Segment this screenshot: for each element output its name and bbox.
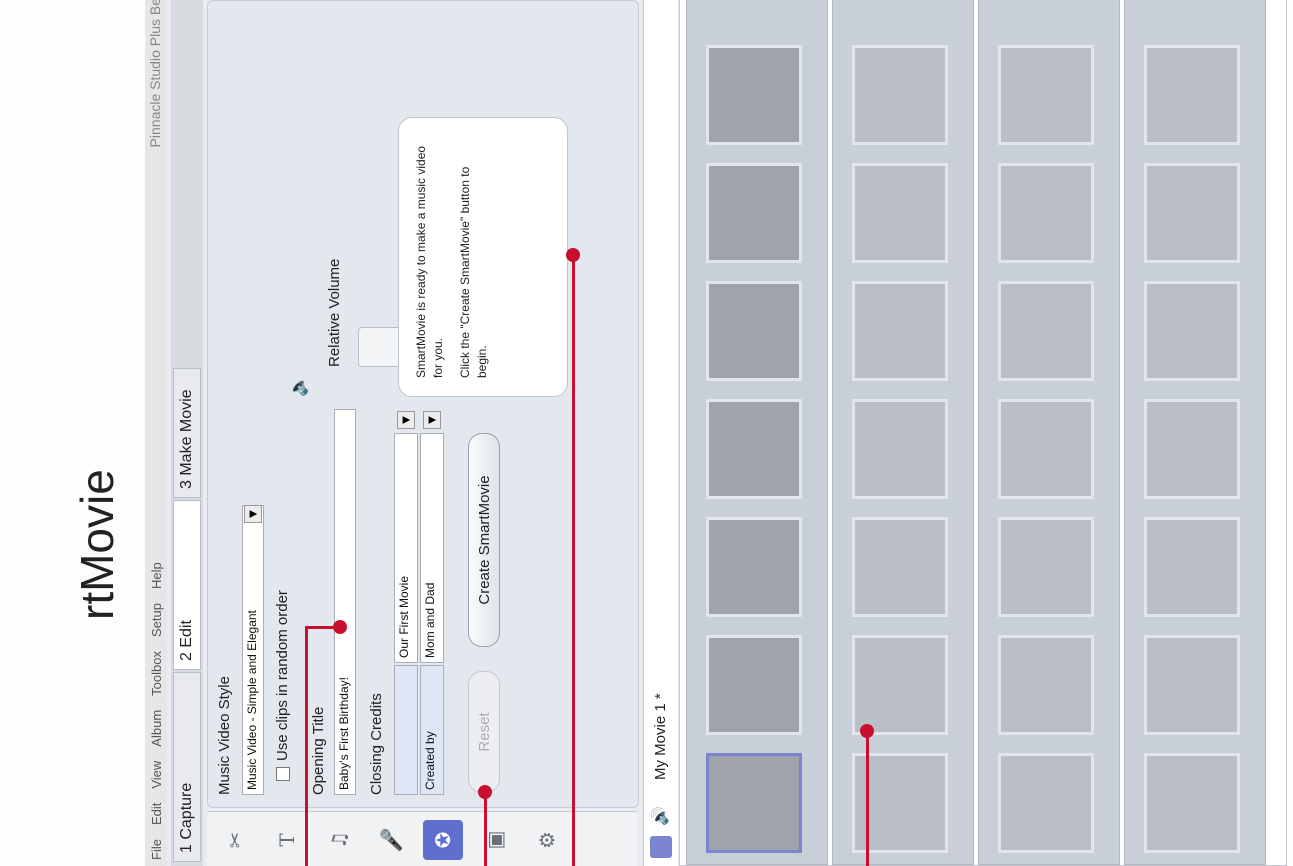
credits-left-field[interactable]: Created by: [420, 665, 444, 795]
music-style-label: Music Video Style: [216, 676, 233, 795]
create-smartmovie-button[interactable]: Create SmartMovie: [468, 433, 500, 647]
bubble-text-ready: SmartMovie is ready to make a music vide…: [414, 145, 445, 378]
credits-right-field[interactable]: Our First Movie: [394, 433, 418, 663]
random-order-checkbox[interactable]: [276, 767, 290, 781]
callout-line: [484, 795, 487, 866]
clip-thumbnail[interactable]: [706, 163, 802, 263]
clip-thumbnail[interactable]: [706, 753, 802, 853]
empty-clip-slot[interactable]: [1144, 399, 1240, 499]
app-title: Pinnacle Studio Plus Be: [147, 0, 163, 148]
callout-line: [572, 256, 575, 866]
tab-capture[interactable]: 1 Capture: [173, 672, 201, 862]
reset-button[interactable]: Reset: [468, 671, 500, 793]
clip-thumbnail[interactable]: [706, 517, 802, 617]
empty-clip-slot[interactable]: [852, 517, 948, 617]
menu-view[interactable]: View: [149, 761, 164, 789]
audio-tool-icon[interactable]: ♫: [319, 820, 359, 860]
speaker-icon: 🔈: [288, 374, 309, 397]
storyboard-view-icon[interactable]: [650, 836, 672, 858]
callout-dot: [333, 620, 347, 634]
empty-clip-slot[interactable]: [852, 399, 948, 499]
page-heading: rtMovie: [71, 469, 123, 620]
menu-edit[interactable]: Edit: [149, 803, 164, 825]
empty-clip-slot[interactable]: [998, 163, 1094, 263]
plugin-tool-icon[interactable]: ⚙: [527, 820, 567, 860]
callout-dot: [860, 724, 874, 738]
smartmovie-help-bubble: SmartMovie is ready to make a music vide…: [398, 117, 568, 397]
mode-tabs: 1 Capture 2 Edit 3 Make Movie: [171, 0, 203, 866]
empty-clip-slot[interactable]: [998, 517, 1094, 617]
empty-clip-slot[interactable]: [1144, 635, 1240, 735]
clip-thumbnail[interactable]: [706, 281, 802, 381]
music-style-select[interactable]: Music Video - Simple and Elegant: [242, 505, 264, 795]
tab-edit[interactable]: 2 Edit: [173, 500, 201, 670]
chevron-down-icon[interactable]: ▼: [397, 411, 415, 429]
menu-album[interactable]: Album: [149, 710, 164, 747]
empty-clip-slot[interactable]: [1144, 45, 1240, 145]
empty-clip-slot[interactable]: [998, 281, 1094, 381]
empty-clip-slot[interactable]: [1144, 163, 1240, 263]
bubble-text-instructions: Click the "Create SmartMovie" button to …: [458, 166, 489, 378]
speaker-icon[interactable]: 🔊: [650, 806, 669, 826]
title-tool-icon[interactable]: T: [267, 820, 307, 860]
empty-clip-slot[interactable]: [852, 45, 948, 145]
movie-title: My Movie 1 *: [652, 693, 669, 780]
opening-title-field[interactable]: Baby's First Birthday!: [334, 409, 356, 795]
empty-clip-slot[interactable]: [1144, 753, 1240, 853]
storyboard: [679, 0, 1287, 866]
clip-thumbnail[interactable]: [706, 399, 802, 499]
empty-clip-slot[interactable]: [998, 635, 1094, 735]
chevron-down-icon[interactable]: ▼: [423, 411, 441, 429]
closing-credits-label: Closing Credits: [368, 693, 385, 795]
random-order-label: Use clips in random order: [274, 590, 291, 761]
opening-title-label: Opening Title: [310, 706, 327, 795]
voiceover-tool-icon[interactable]: 🎤: [371, 820, 411, 860]
empty-clip-slot[interactable]: [852, 635, 948, 735]
app-window: File Edit View Album Toolbox Setup Help …: [145, 0, 1287, 866]
relative-volume-label: Relative Volume: [326, 258, 343, 367]
callout-line: [305, 628, 308, 866]
video-toolbox-icon[interactable]: ✂: [215, 820, 255, 860]
tab-make-movie[interactable]: 3 Make Movie: [173, 368, 201, 498]
empty-clip-slot[interactable]: [852, 163, 948, 263]
callout-line: [866, 735, 869, 866]
menu-file[interactable]: File: [149, 839, 164, 860]
clip-thumbnail[interactable]: [706, 635, 802, 735]
empty-clip-slot[interactable]: [852, 281, 948, 381]
menu-help[interactable]: Help: [149, 562, 164, 589]
menu-toolbox[interactable]: Toolbox: [149, 651, 164, 696]
callout-dot: [478, 785, 492, 799]
callout-dot: [566, 248, 580, 262]
empty-clip-slot[interactable]: [998, 399, 1094, 499]
empty-clip-slot[interactable]: [998, 45, 1094, 145]
smartmovie-tool-icon[interactable]: ✪: [423, 820, 463, 860]
movie-window-header: 🔊 My Movie 1 *: [643, 0, 678, 866]
credits-right-field[interactable]: Mom and Dad: [420, 433, 444, 663]
empty-clip-slot[interactable]: [1144, 517, 1240, 617]
clip-thumbnail[interactable]: [706, 45, 802, 145]
menu-setup[interactable]: Setup: [149, 603, 164, 637]
chevron-down-icon[interactable]: ▼: [244, 505, 262, 523]
empty-clip-slot[interactable]: [1144, 281, 1240, 381]
empty-clip-slot[interactable]: [998, 753, 1094, 853]
effects-tool-icon[interactable]: ▣: [475, 820, 515, 860]
credits-left-field[interactable]: [394, 665, 418, 795]
menu-bar: File Edit View Album Toolbox Setup Help …: [145, 0, 167, 866]
